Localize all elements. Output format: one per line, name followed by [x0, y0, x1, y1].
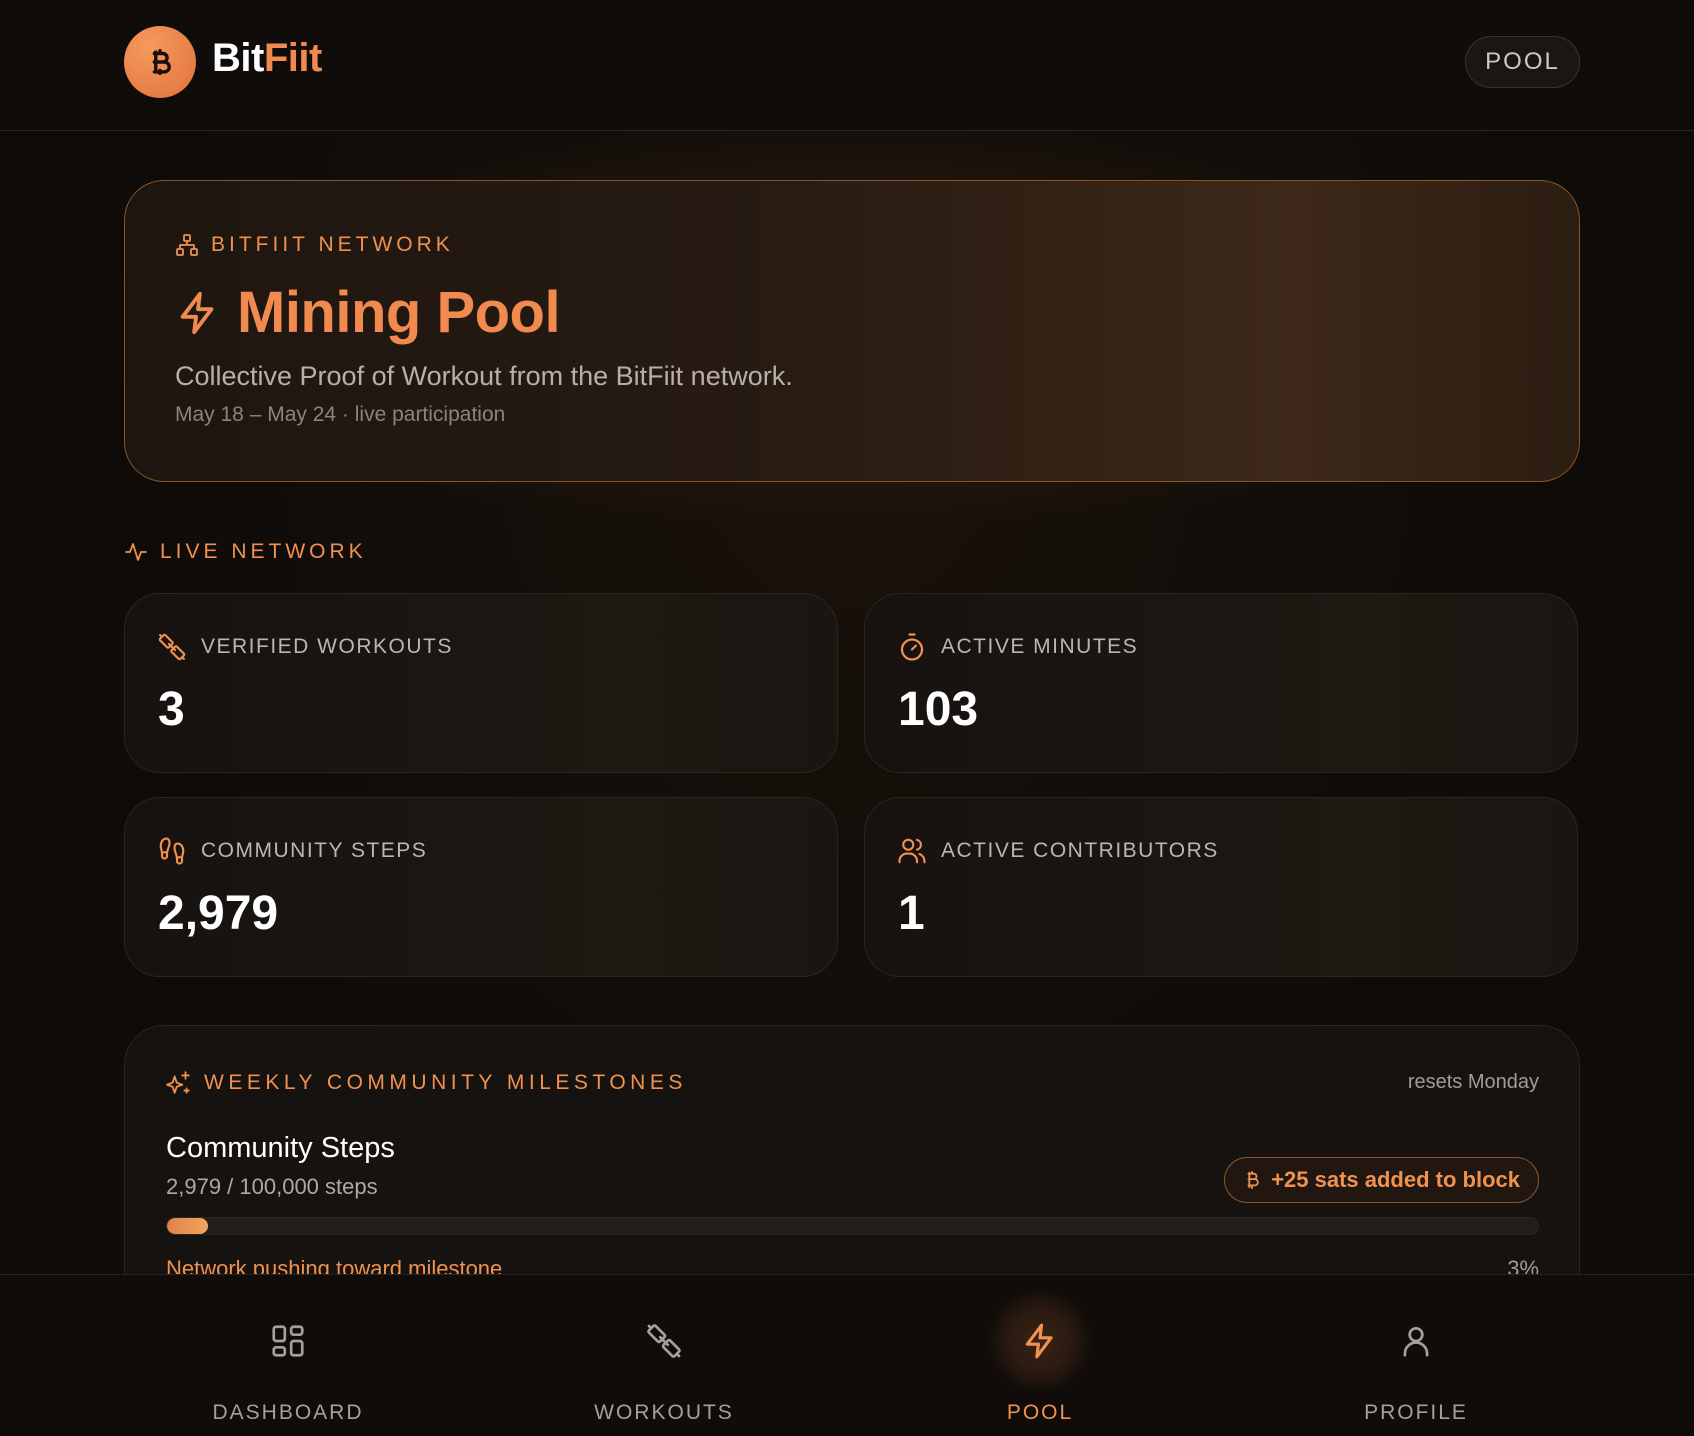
stat-label: COMMUNITY STEPS — [157, 836, 427, 866]
brand-name: BitFiit — [212, 36, 322, 81]
milestone-count: 2,979 / 100,000 steps — [166, 1174, 378, 1199]
stat-card-verified-workouts[interactable]: VERIFIED WORKOUTS 3 — [124, 593, 838, 773]
live-network-label: LIVE NETWORK — [124, 540, 367, 564]
nav-item-pool[interactable]: POOL — [852, 1275, 1228, 1436]
nav-label: DASHBOARD — [212, 1401, 364, 1424]
brand-name-part2: Fiit — [263, 36, 322, 80]
dumbbell-icon — [158, 633, 186, 661]
hero-title: Mining Pool — [175, 279, 561, 346]
pool-page: BitFiit POOL BITFIIT NETWORK Mining Pool… — [0, 0, 1694, 1436]
hero-eyebrow-label: BITFIIT NETWORK — [211, 233, 454, 256]
stat-label: ACTIVE MINUTES — [897, 632, 1138, 662]
stat-card-community-steps[interactable]: COMMUNITY STEPS 2,979 — [124, 797, 838, 977]
stat-value: 3 — [158, 683, 185, 736]
milestones-reset-note: resets Monday — [1407, 1071, 1539, 1093]
nav-item-profile[interactable]: PROFILE — [1228, 1275, 1604, 1436]
footprints-icon — [159, 837, 185, 865]
hero-subtitle: Collective Proof of Workout from the Bit… — [175, 361, 793, 391]
bottom-nav: DASHBOARD WORKOUTS POOL PROFILE — [0, 1274, 1694, 1436]
hero-eyebrow: BITFIIT NETWORK — [175, 233, 454, 257]
dashboard-icon — [266, 1319, 310, 1363]
stat-value: 2,979 — [158, 887, 279, 940]
app-header: BitFiit POOL — [0, 0, 1694, 131]
stat-label: ACTIVE CONTRIBUTORS — [897, 836, 1219, 866]
milestones-heading: WEEKLY COMMUNITY MILESTONES — [166, 1070, 687, 1096]
stat-label-text: VERIFIED WORKOUTS — [201, 635, 453, 658]
stat-label: VERIFIED WORKOUTS — [157, 632, 453, 662]
nav-item-dashboard[interactable]: DASHBOARD — [100, 1275, 476, 1436]
stat-label-text: ACTIVE CONTRIBUTORS — [941, 839, 1219, 862]
live-network-label-text: LIVE NETWORK — [160, 540, 367, 563]
dumbbell-icon — [642, 1319, 686, 1363]
brand-name-part1: Bit — [212, 36, 264, 80]
activity-icon — [125, 543, 147, 561]
network-icon — [176, 234, 198, 256]
user-icon — [1394, 1319, 1438, 1363]
stat-value: 103 — [898, 683, 979, 736]
milestone-reward-text: +25 sats added to block — [1271, 1167, 1520, 1192]
nav-label: PROFILE — [1364, 1401, 1468, 1424]
sparkles-icon — [166, 1071, 190, 1094]
nav-item-workouts[interactable]: WORKOUTS — [476, 1275, 852, 1436]
hero-date-range: May 18 – May 24 · live participation — [175, 403, 506, 426]
stat-label-text: ACTIVE MINUTES — [941, 635, 1139, 658]
stat-card-active-contributors[interactable]: ACTIVE CONTRIBUTORS 1 — [864, 797, 1578, 977]
lightning-icon — [1003, 1304, 1077, 1378]
lightning-icon — [180, 291, 214, 334]
stat-card-active-minutes[interactable]: ACTIVE MINUTES 103 — [864, 593, 1578, 773]
hero-title-text: Mining Pool — [237, 280, 561, 345]
hero-card: BITFIIT NETWORK Mining Pool Collective P… — [124, 180, 1580, 482]
milestone-progress-fill — [167, 1218, 209, 1234]
stat-value: 1 — [898, 887, 925, 940]
stat-label-text: COMMUNITY STEPS — [201, 839, 428, 862]
timer-icon — [900, 633, 924, 661]
nav-label: POOL — [1006, 1401, 1074, 1424]
bitcoin-logo-icon[interactable] — [124, 26, 196, 98]
nav-label: WORKOUTS — [594, 1401, 734, 1424]
users-icon — [898, 838, 926, 864]
pool-pill-button[interactable]: POOL — [1465, 36, 1580, 88]
milestone-progress-bar — [166, 1217, 1539, 1235]
milestone-title: Community Steps — [166, 1132, 395, 1164]
milestone-reward-badge: +25 sats added to block — [1224, 1157, 1539, 1203]
bitcoin-icon — [1247, 1171, 1259, 1190]
milestones-heading-text: WEEKLY COMMUNITY MILESTONES — [204, 1071, 687, 1094]
